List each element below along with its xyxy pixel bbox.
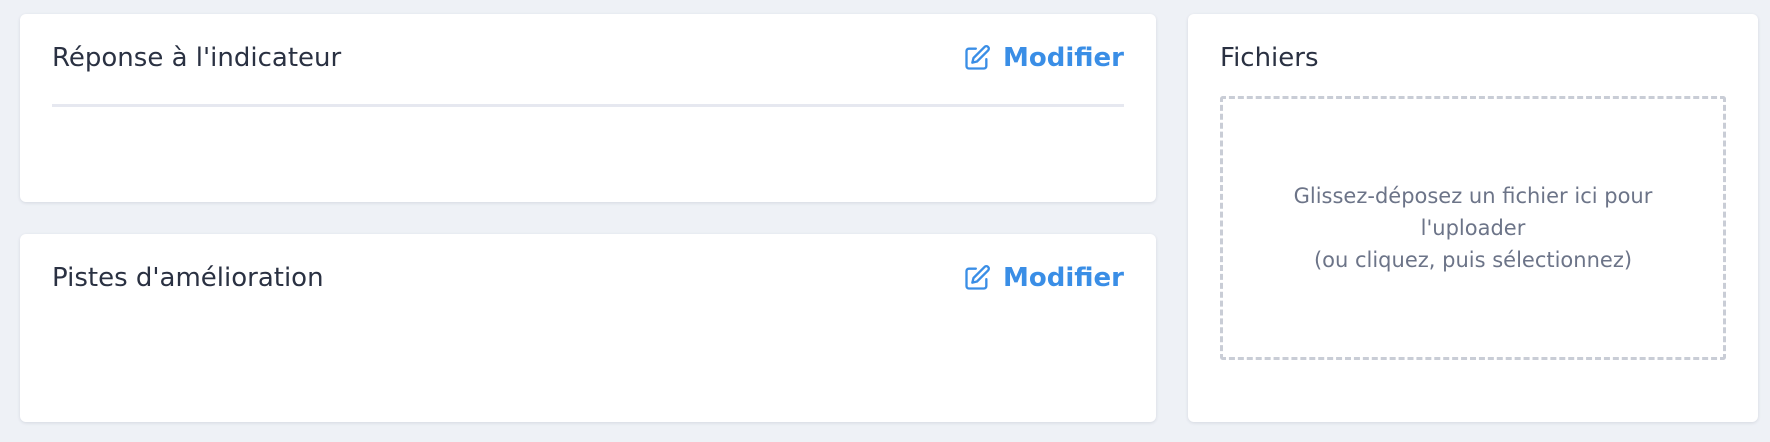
file-dropzone[interactable]: Glissez-déposez un fichier ici pour l'up… xyxy=(1220,96,1726,360)
edit-icon xyxy=(963,264,991,292)
improvement-edit-label: Modifier xyxy=(1003,263,1124,293)
files-card-title: Fichiers xyxy=(1220,43,1319,73)
files-card: Fichiers Glissez-déposez un fichier ici … xyxy=(1188,14,1758,422)
dropzone-line-1: Glissez-déposez un fichier ici pour l'up… xyxy=(1293,184,1653,240)
dropzone-line-2: (ou cliquez, puis sélectionnez) xyxy=(1313,248,1633,272)
response-edit-label: Modifier xyxy=(1003,43,1124,73)
response-edit-button[interactable]: Modifier xyxy=(963,43,1124,73)
edit-icon xyxy=(963,44,991,72)
improvement-card-title: Pistes d'amélioration xyxy=(52,263,324,293)
improvement-card: Pistes d'amélioration Modifier xyxy=(20,234,1156,422)
response-card: Réponse à l'indicateur Modifier xyxy=(20,14,1156,202)
improvement-edit-button[interactable]: Modifier xyxy=(963,263,1124,293)
response-divider xyxy=(52,104,1124,107)
dropzone-instructions: Glissez-déposez un fichier ici pour l'up… xyxy=(1283,180,1663,276)
response-card-title: Réponse à l'indicateur xyxy=(52,43,342,73)
